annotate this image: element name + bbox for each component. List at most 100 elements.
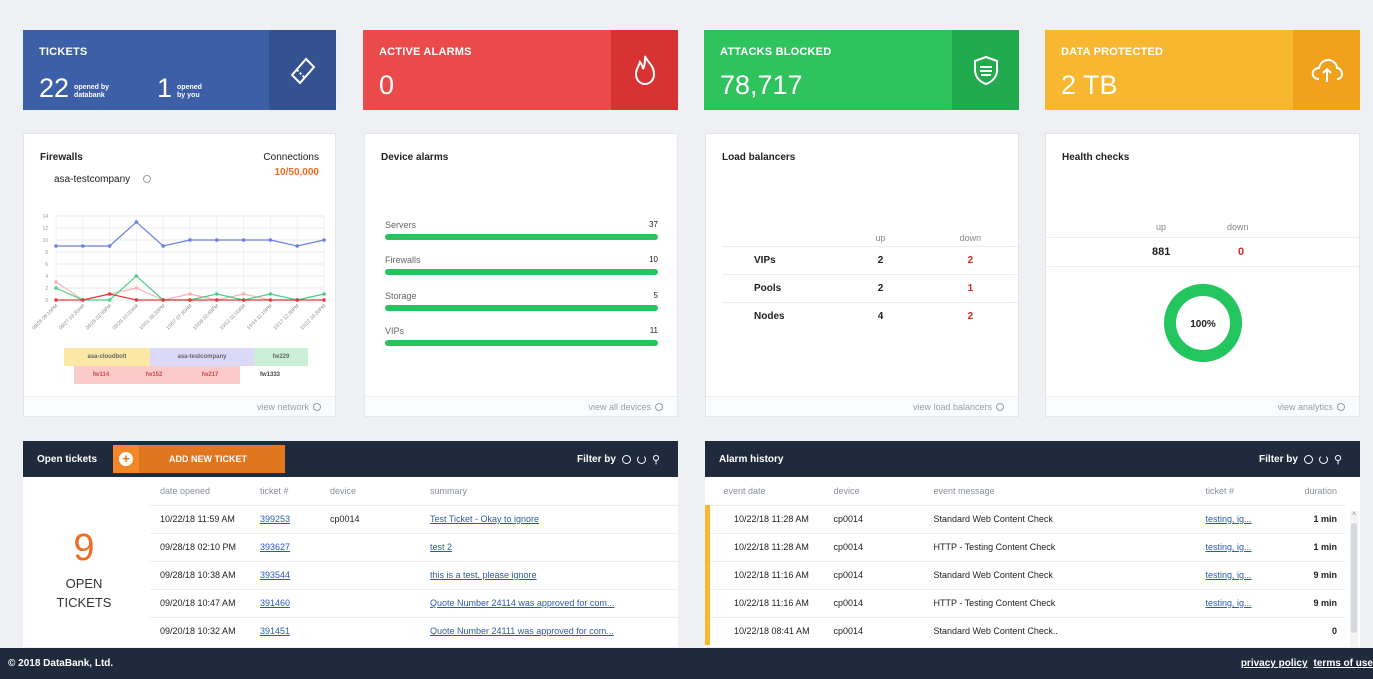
kpi-attacks-label: ATTACKS BLOCKED — [720, 46, 832, 58]
data-point[interactable] — [54, 280, 58, 284]
refresh-icon[interactable] — [636, 454, 646, 464]
x-tick-label: 10/17 12:30PM — [272, 303, 300, 331]
event-ticket-link[interactable] — [1205, 616, 1276, 645]
data-point[interactable] — [188, 298, 192, 302]
table-row[interactable]: 09/28/18 10:38 AM 393544 this is a test, p… — [150, 560, 678, 589]
data-point[interactable] — [241, 292, 246, 296]
progress-track — [385, 305, 658, 311]
data-point[interactable] — [134, 286, 139, 290]
cloud-upload-icon — [1293, 30, 1360, 110]
legend-item[interactable]: fw114 — [74, 366, 128, 384]
data-point[interactable] — [241, 238, 246, 242]
kpi-active-alarms[interactable]: ACTIVE ALARMS 0 — [363, 30, 678, 110]
data-point[interactable] — [134, 220, 139, 224]
data-point[interactable] — [134, 298, 139, 302]
data-point[interactable] — [81, 298, 85, 302]
data-point[interactable] — [215, 238, 219, 242]
legend-item[interactable]: asa-cloudbolt — [64, 348, 150, 366]
ticket-number-link[interactable]: 399253 — [260, 504, 330, 533]
ticket-number-link[interactable]: 393544 — [260, 560, 330, 589]
ticket-summary-link[interactable]: Quote Number 24111 was approved for com.… — [430, 616, 678, 645]
data-point[interactable] — [81, 244, 85, 248]
data-point[interactable] — [134, 274, 139, 278]
clock-icon[interactable] — [621, 454, 631, 464]
view-load-balancers-link[interactable]: view load balancers — [706, 396, 1018, 416]
ticket-number-link[interactable]: 391451 — [260, 616, 330, 645]
view-network-link[interactable]: view network — [24, 396, 335, 416]
col-ticket-number: ticket # — [1205, 485, 1235, 496]
kpi-data-protected[interactable]: DATA PROTECTED 2 TB — [1045, 30, 1360, 110]
view-all-devices-link[interactable]: view all devices — [365, 396, 677, 416]
legend-item[interactable]: fw217 — [180, 366, 240, 384]
data-point[interactable] — [268, 292, 273, 296]
refresh-icon[interactable] — [1318, 454, 1328, 464]
scrollbar[interactable]: ˄ — [1350, 511, 1358, 647]
data-point[interactable] — [107, 298, 112, 302]
table-row[interactable]: 09/20/18 10:47 AM 391460 Quote Number 2411… — [150, 588, 678, 617]
data-point[interactable] — [215, 298, 219, 302]
data-point[interactable] — [54, 298, 58, 302]
table-row[interactable]: 10/22/18 11:28 AM cp0014 Standard Web Cont… — [705, 504, 1345, 533]
event-ticket-link[interactable]: testing, ig... — [1205, 504, 1276, 533]
progress-track — [385, 269, 658, 275]
event-device: cp0014 — [833, 504, 934, 533]
device-alarms-panel: Device alarms Servers 37 Firewalls 10 Storag… — [364, 133, 678, 417]
chevron-up-icon[interactable]: ˄ — [1350, 511, 1358, 519]
table-row[interactable]: 10/22/18 11:59 AM 399253 cp0014 Test Ticket… — [150, 504, 678, 533]
lb-down-value: 1 — [922, 273, 1018, 302]
kpi-attacks-blocked[interactable]: ATTACKS BLOCKED 78,717 — [704, 30, 1019, 110]
data-point[interactable] — [322, 292, 326, 296]
data-point[interactable] — [54, 286, 58, 290]
firewall-device-select[interactable]: asa-testcompany — [54, 174, 151, 185]
table-row[interactable]: 09/28/18 02:10 PM 393627 test 2 — [150, 532, 678, 561]
data-point[interactable] — [107, 292, 112, 296]
data-point[interactable] — [268, 298, 273, 302]
data-point[interactable] — [295, 298, 300, 302]
legend-item[interactable]: asa-testcompany — [150, 348, 254, 366]
ticket-number-link[interactable]: 391460 — [260, 588, 330, 617]
event-ticket-link[interactable]: testing, ig... — [1205, 532, 1276, 561]
data-point[interactable] — [188, 292, 192, 296]
data-point[interactable] — [161, 298, 165, 302]
lb-up-value: 4 — [838, 301, 923, 330]
legend-item[interactable]: fw1333 — [240, 366, 300, 384]
data-point[interactable] — [295, 244, 300, 248]
ticket-summary-link[interactable]: Test Ticket - Okay to ignore — [430, 504, 678, 533]
privacy-policy-link[interactable]: privacy policy — [1241, 658, 1308, 669]
add-new-ticket-button[interactable]: + ADD NEW TICKET — [113, 445, 285, 473]
data-point[interactable] — [268, 238, 273, 242]
scrollbar-thumb[interactable] — [1351, 523, 1357, 633]
view-analytics-link[interactable]: view analytics — [1046, 396, 1359, 416]
table-row[interactable]: 10/22/18 11:28 AM cp0014 HTTP - Testing Co… — [705, 532, 1345, 561]
legend-item[interactable]: fw229 — [254, 348, 308, 366]
ticket-summary-link[interactable]: test 2 — [430, 532, 678, 561]
table-row[interactable]: 10/22/18 08:41 AM cp0014 Standard Web Cont… — [705, 616, 1345, 645]
kpi-tickets[interactable]: TICKETS 22 opened by databank 1 opened b… — [23, 30, 336, 110]
legend-item[interactable]: fw152 — [128, 366, 180, 384]
data-point[interactable] — [322, 238, 326, 242]
table-row[interactable]: 09/20/18 10:32 AM 391451 Quote Number 2411… — [150, 616, 678, 645]
ticket-summary-link[interactable]: this is a test, please ignore — [430, 560, 678, 589]
table-row[interactable]: 10/22/18 11:16 AM cp0014 HTTP - Testing Co… — [705, 588, 1345, 617]
table-row[interactable]: 10/22/18 11:16 AM cp0014 Standard Web Cont… — [705, 560, 1345, 589]
terms-of-use-link[interactable]: terms of use — [1314, 658, 1373, 669]
y-tick-label: 12 — [42, 226, 48, 232]
clock-icon[interactable] — [1303, 454, 1313, 464]
x-tick-label: 10/09 02:45PM — [192, 303, 220, 331]
data-point[interactable] — [161, 244, 165, 248]
data-point[interactable] — [241, 298, 246, 302]
data-point[interactable] — [107, 244, 112, 248]
event-ticket-link[interactable]: testing, ig... — [1205, 588, 1276, 617]
data-point[interactable] — [215, 292, 219, 296]
search-icon[interactable]: ⚲ — [1334, 453, 1342, 466]
ticket-number-link[interactable]: 393627 — [260, 532, 330, 561]
data-point[interactable] — [54, 244, 58, 248]
data-point[interactable] — [322, 298, 326, 302]
ticket-summary-link[interactable]: Quote Number 24114 was approved for com.… — [430, 588, 678, 617]
search-icon[interactable]: ⚲ — [652, 453, 660, 466]
x-tick-label: 09/28 03:55PM — [85, 303, 113, 331]
data-point[interactable] — [188, 238, 192, 242]
lb-up-value: 2 — [838, 273, 923, 302]
event-duration: 9 min — [1275, 588, 1345, 617]
event-ticket-link[interactable]: testing, ig... — [1205, 560, 1276, 589]
